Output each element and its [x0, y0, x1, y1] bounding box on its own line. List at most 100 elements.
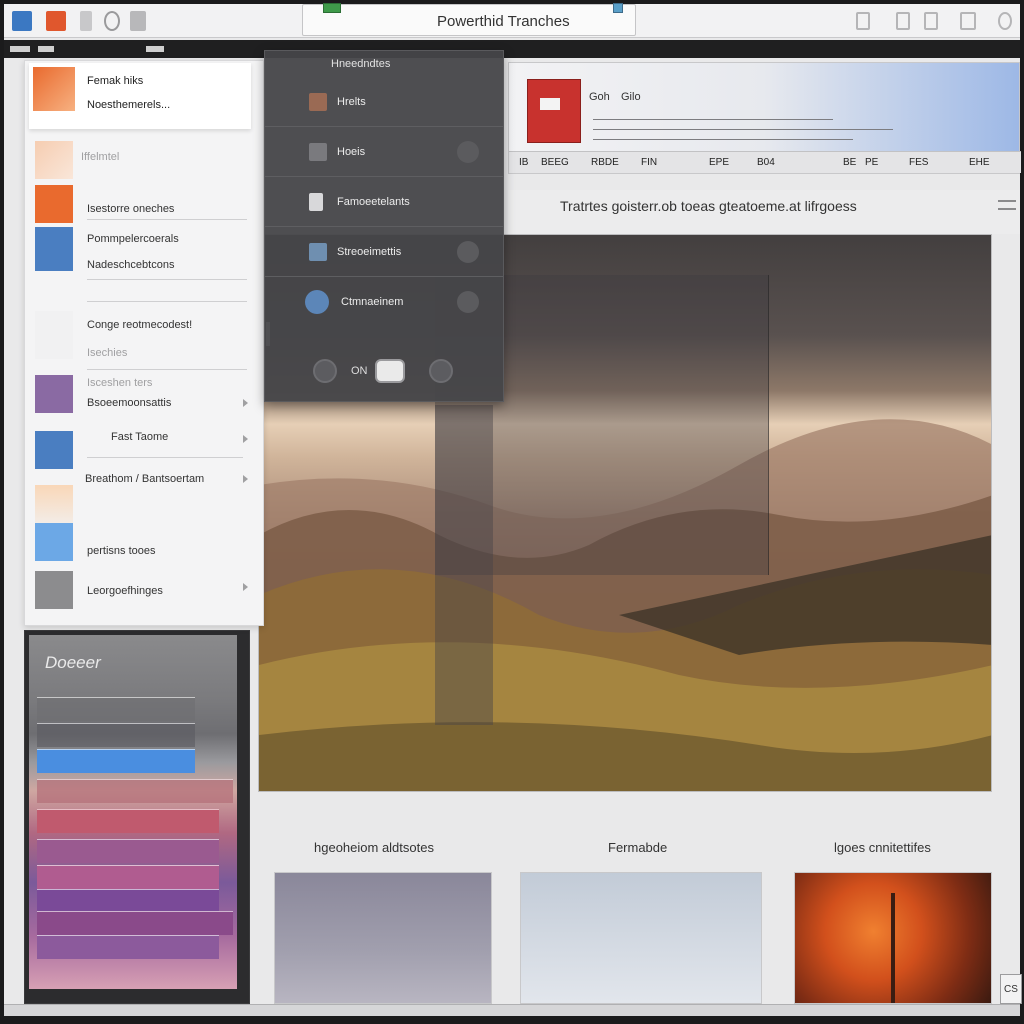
menu-bar	[4, 40, 1020, 58]
left-menu-header[interactable]: Femak hiks Noesthemerels...	[29, 63, 251, 129]
list-item-label: Nadeschcebtcons	[87, 259, 175, 271]
dropdown-item[interactable]: Hoeis	[265, 127, 503, 177]
title-field[interactable]: Powerthid Tranches	[302, 3, 636, 36]
swatch-gradient: Doeeer	[29, 635, 237, 989]
file-icon	[309, 193, 323, 211]
dropdown-item-label: Ctmnaeinem	[341, 296, 404, 308]
header-title: Femak hiks	[87, 75, 144, 87]
user-icon[interactable]	[998, 12, 1012, 30]
list-item[interactable]: Pommpelercoerals Nadeschcebtcons	[35, 227, 247, 280]
gallery-thumbnail[interactable]	[520, 872, 762, 1004]
ribbon-tab[interactable]: EPE	[709, 157, 729, 168]
toggle-label: ON	[351, 365, 368, 377]
more-icon[interactable]	[457, 241, 479, 263]
ribbon-tab[interactable]: PE	[865, 157, 878, 168]
dropdown-footer: ON	[265, 341, 503, 401]
color-swatch	[35, 375, 73, 413]
swatch-strip[interactable]	[37, 779, 233, 803]
status-icon	[323, 3, 341, 13]
divider	[87, 369, 247, 370]
ribbon-tab[interactable]: B04	[757, 157, 775, 168]
grid-icon	[309, 243, 327, 261]
swatch-strip[interactable]	[37, 749, 195, 773]
help-icon[interactable]	[924, 12, 938, 30]
dropdown-item[interactable]: Ctmnaeinem	[265, 277, 503, 327]
gallery-thumbnail[interactable]	[794, 872, 992, 1004]
save-icon[interactable]	[12, 11, 32, 31]
dropdown-item[interactable]: Hrelts	[265, 77, 503, 127]
dropdown-item-label: Streoeimettis	[337, 246, 402, 258]
list-item-label: Fast Taome	[111, 431, 169, 443]
gallery-label: hgeoheiom aldtsotes	[314, 840, 434, 855]
list-item[interactable]: Isceshen ters Bsoeemoonsattis	[35, 369, 248, 415]
swatch-strip[interactable]	[37, 839, 219, 863]
more-icon[interactable]	[457, 291, 479, 313]
list-item[interactable]: Iffelmtel	[35, 141, 247, 181]
status-bar	[4, 1004, 1020, 1016]
swatch-strip[interactable]	[37, 935, 219, 959]
list-item[interactable]: pertisns tooes	[35, 523, 247, 565]
list-item[interactable]: Isestorre oneches	[35, 185, 247, 225]
list-item-label: Isceshen ters	[87, 377, 153, 389]
color-swatch	[35, 571, 73, 609]
undo-icon[interactable]	[80, 11, 92, 31]
ribbon-tab[interactable]: FIN	[641, 157, 657, 168]
ribbon-tab[interactable]: EHE	[969, 157, 990, 168]
circle-button[interactable]	[313, 359, 337, 383]
list-item[interactable]: Breathom / Bantsoertam	[35, 473, 248, 523]
dropdown-item-label: Hrelts	[337, 96, 366, 108]
list-item-label: Breathom / Bantsoertam	[85, 473, 205, 485]
restore-icon[interactable]	[896, 12, 910, 30]
ribbon-label: Gilo	[621, 91, 641, 103]
more-icon[interactable]	[457, 141, 479, 163]
divider	[87, 279, 247, 280]
swatch-strip[interactable]	[37, 809, 219, 833]
color-swatch	[35, 431, 73, 469]
ribbon-tab[interactable]: IB	[519, 157, 528, 168]
list-item[interactable]: Leorgoefhinges	[35, 571, 248, 613]
layout-thumbnail[interactable]	[527, 79, 581, 143]
layout-icon[interactable]	[960, 12, 976, 30]
dropdown-title: Hneedndtes	[331, 58, 391, 70]
swatch-strip[interactable]	[37, 911, 233, 935]
tree-trunk	[891, 893, 895, 1003]
list-item-label: Isestorre oneches	[87, 203, 175, 215]
header-thumbnail	[33, 67, 75, 111]
dropdown-item[interactable]: Streoeimettis	[265, 227, 503, 277]
list-item-label: Bsoeemoonsattis	[87, 397, 172, 409]
swatch-strip[interactable]	[37, 723, 195, 747]
chevron-right-icon	[243, 399, 248, 407]
dropdown-item-label: Hoeis	[337, 146, 366, 158]
header-subtitle: Noesthemerels...	[87, 99, 171, 111]
menu-item[interactable]	[10, 46, 30, 52]
dropdown-menu: Hneedndtes Hrelts Hoeis Famoeetelants St…	[264, 50, 504, 402]
ribbon-tab[interactable]: BE	[843, 157, 856, 168]
circle-button[interactable]	[429, 359, 453, 383]
search-icon[interactable]	[104, 11, 120, 31]
ribbon-tab[interactable]: RBDE	[591, 157, 619, 168]
ribbon-tab[interactable]: FES	[909, 157, 928, 168]
list-item[interactable]: Fast Taome	[35, 431, 248, 471]
swatch-strip[interactable]	[37, 865, 219, 889]
list-item-label: Leorgoefhinges	[87, 585, 163, 597]
list-item-label: Iffelmtel	[81, 151, 120, 163]
toggle-button[interactable]	[375, 359, 405, 383]
swatch-strip[interactable]	[37, 697, 195, 721]
corner-badge[interactable]: CS	[1000, 974, 1022, 1004]
menu-item[interactable]	[146, 46, 164, 52]
swatch-strip[interactable]	[37, 889, 219, 913]
list-item[interactable]: Conge reotmecodest! Isechies	[35, 297, 247, 367]
image-icon	[309, 93, 327, 111]
ribbon-label: Goh	[589, 91, 610, 103]
ribbon-tab[interactable]: BEEG	[541, 157, 569, 168]
divider	[87, 219, 247, 220]
menu-icon[interactable]	[998, 200, 1016, 210]
present-icon[interactable]	[130, 11, 146, 31]
dropdown-item[interactable]: Famoeetelants	[265, 177, 503, 227]
swatch-title: Doeeer	[45, 653, 101, 672]
minimize-icon[interactable]	[856, 12, 870, 30]
gallery-thumbnail[interactable]	[274, 872, 492, 1004]
menu-item[interactable]	[38, 46, 54, 52]
color-swatch	[35, 185, 73, 223]
app-logo-icon[interactable]	[46, 11, 66, 31]
